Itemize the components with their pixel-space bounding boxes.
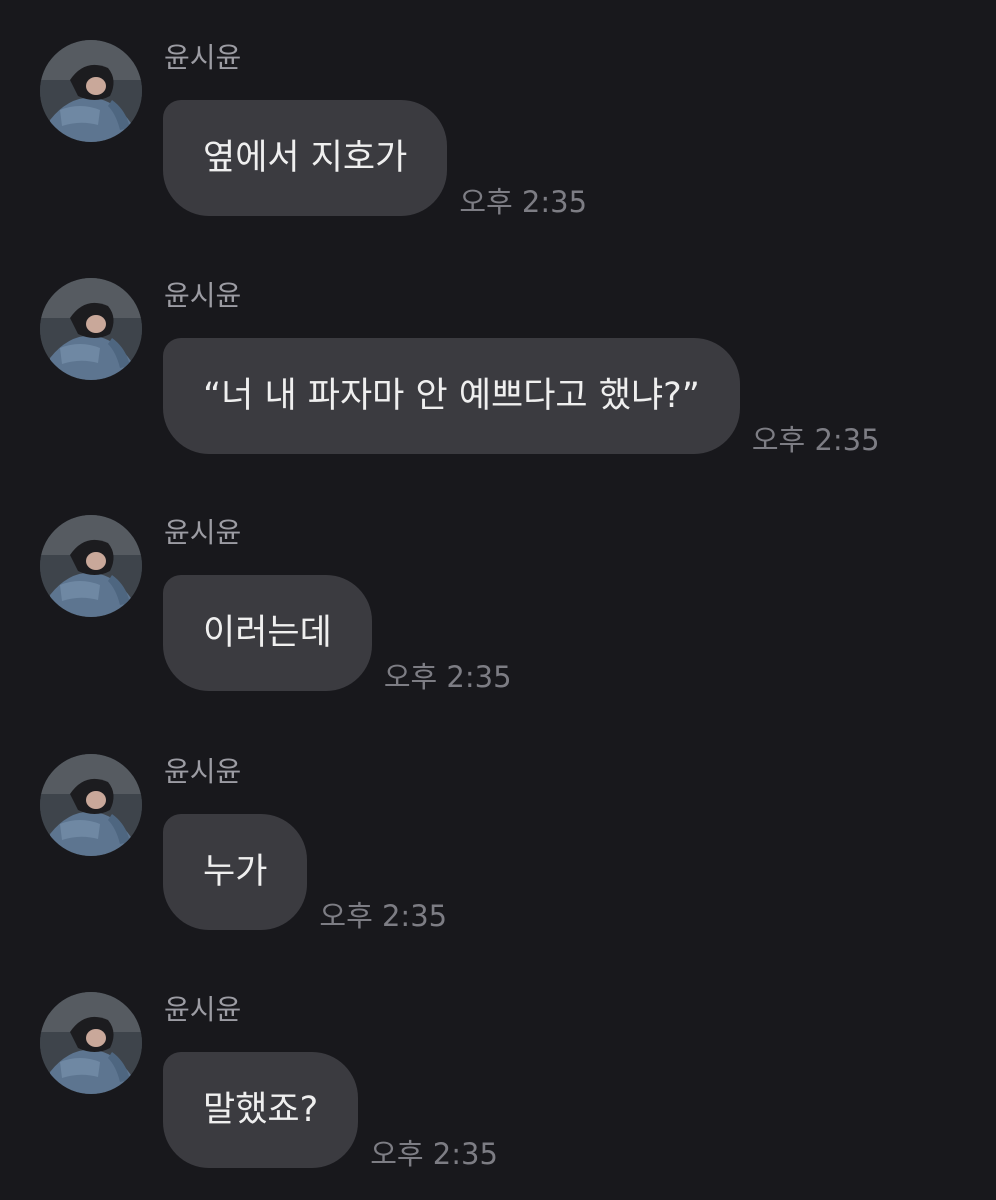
- message-bubble[interactable]: 이러는데: [163, 575, 372, 691]
- avatar[interactable]: [40, 515, 142, 617]
- sender-name: 윤시윤: [164, 279, 242, 312]
- avatar[interactable]: [40, 278, 142, 380]
- message-timestamp: 오후 2:35: [319, 899, 448, 933]
- message-row: 이러는데 오후 2:35: [163, 575, 512, 694]
- message-item: 윤시윤 이러는데 오후 2:35: [0, 515, 996, 715]
- message-item: 윤시윤 말했죠? 오후 2:35: [0, 992, 996, 1192]
- message-row: 옆에서 지호가 오후 2:35: [163, 100, 587, 219]
- message-item: 윤시윤 옆에서 지호가 오후 2:35: [0, 40, 996, 240]
- message-timestamp: 오후 2:35: [383, 660, 512, 694]
- message-item: 윤시윤 누가 오후 2:35: [0, 754, 996, 954]
- avatar[interactable]: [40, 754, 142, 856]
- sender-name: 윤시윤: [164, 993, 242, 1026]
- profile-photo-icon: [40, 754, 142, 856]
- sender-name: 윤시윤: [164, 755, 242, 788]
- sender-name: 윤시윤: [164, 41, 242, 74]
- message-bubble[interactable]: “너 내 파자마 안 예쁘다고 했냐?”: [163, 338, 740, 454]
- sender-name: 윤시윤: [164, 516, 242, 549]
- profile-photo-icon: [40, 278, 142, 380]
- message-row: “너 내 파자마 안 예쁘다고 했냐?” 오후 2:35: [163, 338, 880, 457]
- chat-message-list[interactable]: 윤시윤 옆에서 지호가 오후 2:35 윤시윤 “너 내 파자마 안 예쁘다고 …: [0, 0, 996, 1200]
- profile-photo-icon: [40, 515, 142, 617]
- message-timestamp: 오후 2:35: [459, 185, 588, 219]
- message-row: 누가 오후 2:35: [163, 814, 447, 933]
- avatar[interactable]: [40, 992, 142, 1094]
- message-bubble[interactable]: 옆에서 지호가: [163, 100, 448, 216]
- profile-photo-icon: [40, 40, 142, 142]
- profile-photo-icon: [40, 992, 142, 1094]
- message-row: 말했죠? 오후 2:35: [163, 1052, 498, 1171]
- message-timestamp: 오후 2:35: [751, 423, 880, 457]
- message-item: 윤시윤 “너 내 파자마 안 예쁘다고 했냐?” 오후 2:35: [0, 278, 996, 478]
- message-bubble[interactable]: 누가: [163, 814, 308, 930]
- message-timestamp: 오후 2:35: [370, 1137, 498, 1171]
- message-bubble[interactable]: 말했죠?: [163, 1052, 359, 1168]
- avatar[interactable]: [40, 40, 142, 142]
